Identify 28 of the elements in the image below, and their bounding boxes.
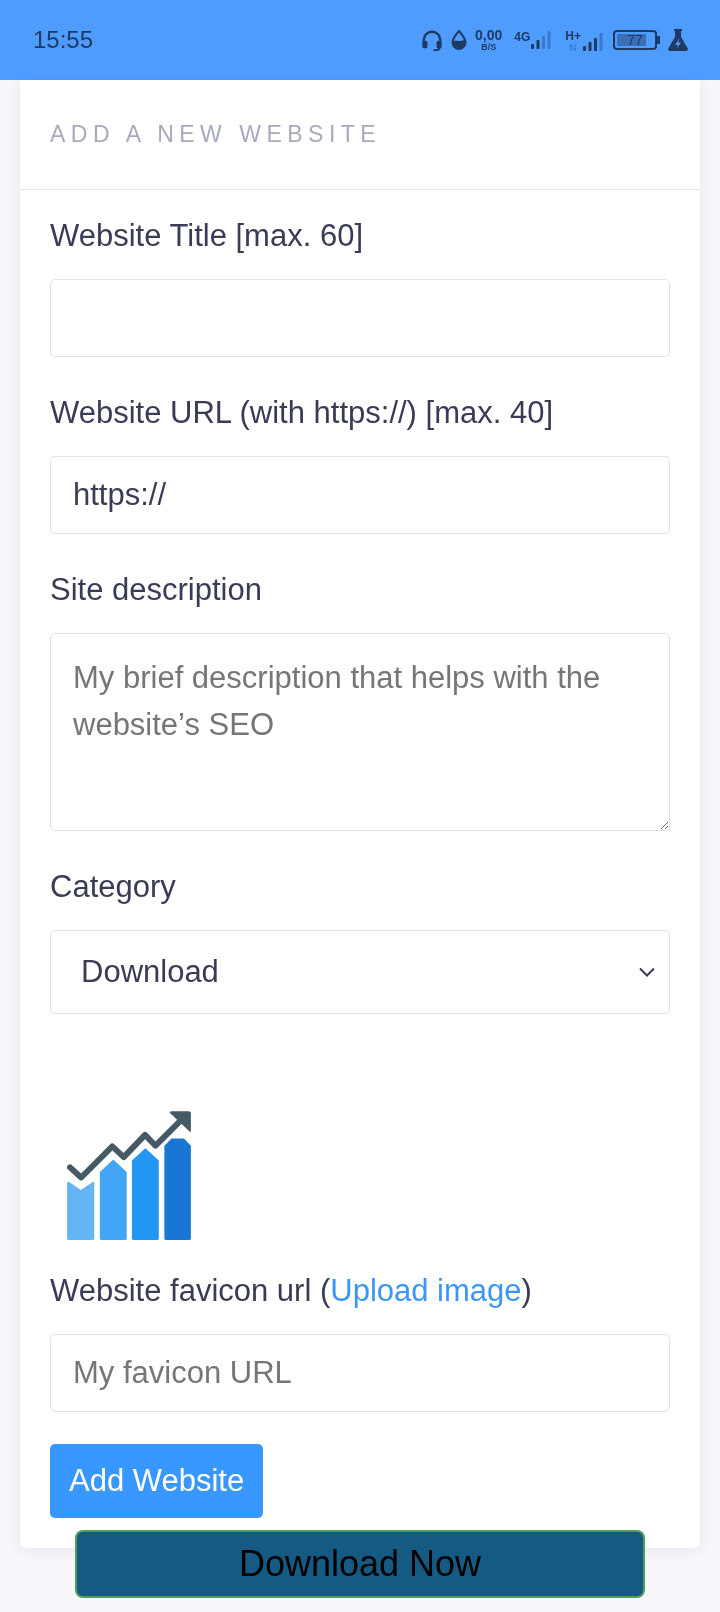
battery-percent: 77 [627, 33, 643, 47]
data-arrows-icon [569, 43, 578, 51]
flask-bolt-icon [668, 29, 688, 51]
input-field[interactable]: My favicon URL [50, 1334, 670, 1412]
network-type: H+ [565, 29, 581, 42]
field-label: Website Title [max. 60] [50, 217, 364, 255]
add-website-button[interactable]: Add Website [50, 1444, 264, 1518]
signal-icon [531, 31, 552, 49]
chevron-down-icon [639, 967, 655, 977]
rising-bar-chart-icon [65, 1110, 193, 1241]
water-drop-icon [451, 30, 468, 50]
input-field[interactable] [50, 279, 670, 357]
headphones-icon [421, 29, 444, 51]
download-now-button[interactable]: Download Now [75, 1530, 645, 1598]
field-label: Website favicon url (Upload image) [50, 1272, 533, 1310]
select-field[interactable]: Download [50, 930, 670, 1014]
field-label: Site description [50, 571, 263, 609]
textarea-field[interactable]: My brief description that helps with the website’s SEO [50, 633, 670, 831]
status-time: 15:55 [33, 28, 94, 52]
input-field[interactable]: https:// [50, 456, 670, 534]
network-speed: 0,00 [475, 28, 503, 42]
form-title: ADD A NEW WEBSITE [50, 120, 382, 150]
upload-image-link[interactable]: Upload image [330, 1273, 522, 1308]
network-type: 4G [514, 31, 531, 43]
field-label: Category [50, 868, 177, 906]
field-label: Website URL (with https://) [max. 40] [50, 394, 555, 432]
signal-icon [583, 32, 603, 51]
speed-unit: B/S [481, 43, 497, 52]
